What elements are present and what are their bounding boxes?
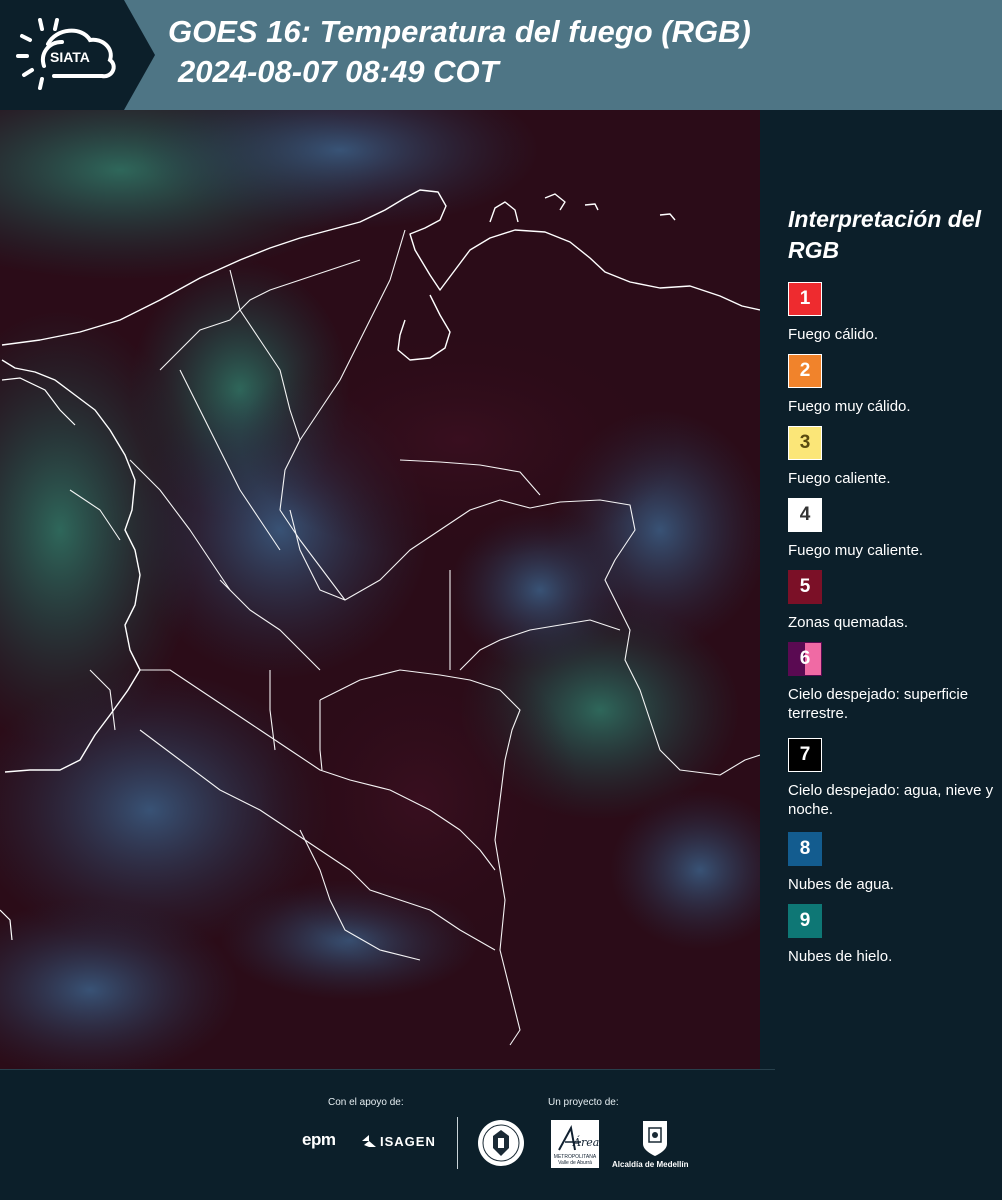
legend-swatch: 3 (788, 426, 822, 460)
footer-separator (0, 1069, 775, 1070)
legend-item-fuego-calido: 1 Fuego cálido. (788, 282, 998, 344)
alcaldia-label: Alcaldía de Medellín (612, 1160, 689, 1169)
legend-label: Fuego cálido. (788, 326, 879, 343)
isagen-logo: ISAGEN (380, 1134, 436, 1149)
siata-logo: SIATA (0, 0, 155, 110)
svg-text:Área: Área (572, 1135, 599, 1149)
legend-swatch: 2 (788, 354, 822, 388)
legend-swatch: 7 (788, 738, 822, 772)
legend-label: Fuego muy caliente. (788, 542, 924, 559)
page-timestamp: 2024-08-07 08:49 COT (178, 54, 499, 89)
legend-label: Nubes de agua. (788, 876, 894, 893)
project-label: Un proyecto de: (548, 1097, 619, 1108)
svg-text:SIATA: SIATA (50, 49, 90, 65)
legend-swatch: 8 (788, 832, 822, 866)
footer-divider (457, 1117, 458, 1169)
header-bar: SIATA GOES 16: Temperatura del fuego (RG… (0, 0, 1002, 110)
legend-label: Fuego caliente. (788, 470, 891, 487)
legend-item-nubes-hielo: 9 Nubes de hielo. (788, 904, 998, 966)
satellite-map[interactable] (0, 110, 760, 1070)
legend-item-cielo-superficie: 6 Cielo despejado: superficie terrestre. (788, 642, 998, 723)
legend-item-zonas-quemadas: 5 Zonas quemadas. (788, 570, 998, 632)
legend-label: Nubes de hielo. (788, 948, 893, 965)
isagen-icon (362, 1135, 376, 1147)
legend-item-fuego-muy-caliente: 4 Fuego muy caliente. (788, 498, 998, 560)
legend-swatch: 6 (788, 642, 822, 676)
university-seal-icon (478, 1120, 524, 1166)
legend-label: Cielo despejado: agua, nieve y noche. (788, 782, 994, 818)
legend-label: Zonas quemadas. (788, 614, 909, 631)
legend-swatch: 4 (788, 498, 822, 532)
legend-item-fuego-caliente: 3 Fuego caliente. (788, 426, 998, 488)
support-label: Con el apoyo de: (328, 1097, 404, 1108)
sun-cloud-icon: SIATA (16, 18, 116, 90)
legend-swatch: 5 (788, 570, 822, 604)
legend-label: Fuego muy cálido. (788, 398, 911, 415)
epm-logo: epm (302, 1130, 336, 1149)
legend-title: Interpretación del RGB (788, 206, 981, 263)
legend-item-cielo-agua: 7 Cielo despejado: agua, nieve y noche. (788, 738, 998, 819)
page-title: GOES 16: Temperatura del fuego (RGB) (168, 14, 751, 49)
legend-item-nubes-agua: 8 Nubes de agua. (788, 832, 998, 894)
legend-swatch: 9 (788, 904, 822, 938)
legend-label: Cielo despejado: superficie terrestre. (788, 686, 969, 722)
area-metropolitana-subtitle: METROPOLITANA Valle de Aburrá (553, 1154, 597, 1166)
legend-item-fuego-muy-calido: 2 Fuego muy cálido. (788, 354, 998, 416)
alcaldia-shield-icon (643, 1121, 667, 1156)
legend-swatch: 1 (788, 282, 822, 316)
